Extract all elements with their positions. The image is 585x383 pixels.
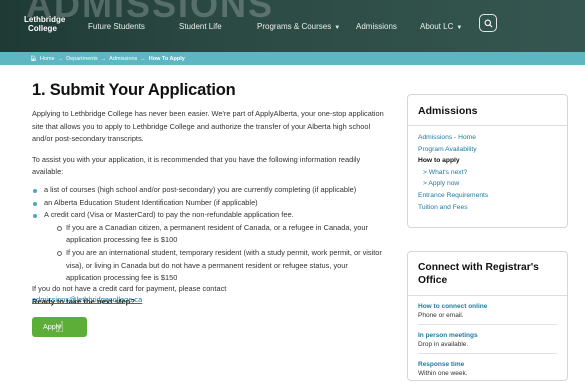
chevron-down-icon: ▼: [334, 25, 341, 31]
breadcrumb-separator: →: [57, 55, 64, 62]
breadcrumb-separator: →: [140, 55, 146, 62]
contact-value: Within one week.: [418, 370, 468, 377]
contact-label[interactable]: Response time: [418, 360, 557, 369]
sidebar-item-entrance-requirements[interactable]: Entrance Requirements: [418, 190, 557, 202]
list-item: If you are a Canadian citizen, a permane…: [56, 222, 384, 247]
sidebar-item-program-availability[interactable]: Program Availability: [418, 144, 557, 156]
breadcrumb-home[interactable]: Home: [40, 56, 55, 62]
hand-cursor-icon: ☝︎: [55, 318, 65, 336]
nav-programs-courses[interactable]: Programs & Courses ▼: [257, 22, 340, 31]
logo-line-1: Lethbridge: [24, 15, 66, 24]
site-header: ADMISSIONS Lethbridge College Future Stu…: [0, 0, 585, 52]
search-icon: [484, 19, 492, 27]
intro-paragraph: Applying to Lethbridge College has never…: [32, 109, 384, 144]
chevron-down-icon: ▼: [456, 25, 463, 31]
nav-about-lc[interactable]: About LC ▼: [420, 22, 462, 31]
contact-label[interactable]: How to connect online: [418, 302, 557, 311]
sidebar-title: Admissions: [408, 95, 567, 126]
contact-label[interactable]: In person meetings: [418, 331, 557, 340]
search-button[interactable]: [479, 14, 497, 32]
sidebar-links: Admissions - Home Program Availability H…: [408, 126, 567, 219]
contact-value: Drop in available.: [418, 341, 469, 348]
breadcrumb-current: How To Apply: [148, 55, 185, 62]
breadcrumb: 🏠︎ Home → Departments → Admissions → How…: [0, 52, 585, 65]
admissions-sidebar: Admissions Admissions - Home Program Ava…: [407, 94, 568, 228]
page-title: 1. Submit Your Application: [32, 81, 236, 99]
requirements-list: a list of courses (high school and/or po…: [32, 184, 384, 285]
college-logo[interactable]: Lethbridge College: [24, 15, 65, 33]
nav-admissions[interactable]: Admissions: [356, 22, 397, 31]
nav-student-life[interactable]: Student Life: [179, 22, 222, 31]
assist-paragraph: To assist you with your application, it …: [32, 154, 361, 177]
credit-card-note: If you do not have a credit card for pay…: [32, 284, 227, 293]
divider: [418, 324, 557, 325]
sidebar-title: Connect with Registrar's Office: [408, 252, 567, 296]
registrar-sidebar: Connect with Registrar's Office How to c…: [407, 251, 568, 381]
admissions-email-link[interactable]: admissions@lethbridgecollege.ca: [32, 295, 142, 304]
contact-value: Phone or email.: [418, 312, 464, 319]
sidebar-item-apply-now[interactable]: > Apply now: [418, 178, 557, 190]
contact-group: How to connect online Phone or email.: [408, 302, 567, 320]
breadcrumb-admissions[interactable]: Admissions: [109, 56, 137, 62]
sidebar-item-whats-next[interactable]: > What's next?: [418, 167, 557, 179]
fee-list: If you are a Canadian citizen, a permane…: [44, 222, 384, 285]
breadcrumb-separator: →: [100, 55, 107, 62]
breadcrumb-departments[interactable]: Departments: [66, 56, 98, 62]
contact-group: Response time Within one week.: [408, 360, 567, 378]
list-item: a list of courses (high school and/or po…: [32, 184, 384, 197]
home-icon[interactable]: 🏠︎: [30, 56, 37, 62]
divider: [418, 353, 557, 354]
sidebar-item-admissions-home[interactable]: Admissions - Home: [418, 132, 557, 144]
apply-button[interactable]: Apply ☝︎: [32, 316, 87, 337]
logo-line-2: College: [28, 24, 57, 33]
sidebar-item-how-to-apply[interactable]: How to apply: [418, 155, 557, 167]
list-item: If you are an international student, tem…: [56, 247, 384, 285]
list-item: an Alberta Education Student Identificat…: [32, 197, 384, 210]
list-item: A credit card (Visa or MasterCard) to pa…: [32, 209, 384, 285]
contact-group: In person meetings Drop in available.: [408, 331, 567, 349]
sidebar-item-tuition-fees[interactable]: Tuition and Fees: [418, 202, 557, 214]
nav-future-students[interactable]: Future Students: [88, 22, 145, 31]
